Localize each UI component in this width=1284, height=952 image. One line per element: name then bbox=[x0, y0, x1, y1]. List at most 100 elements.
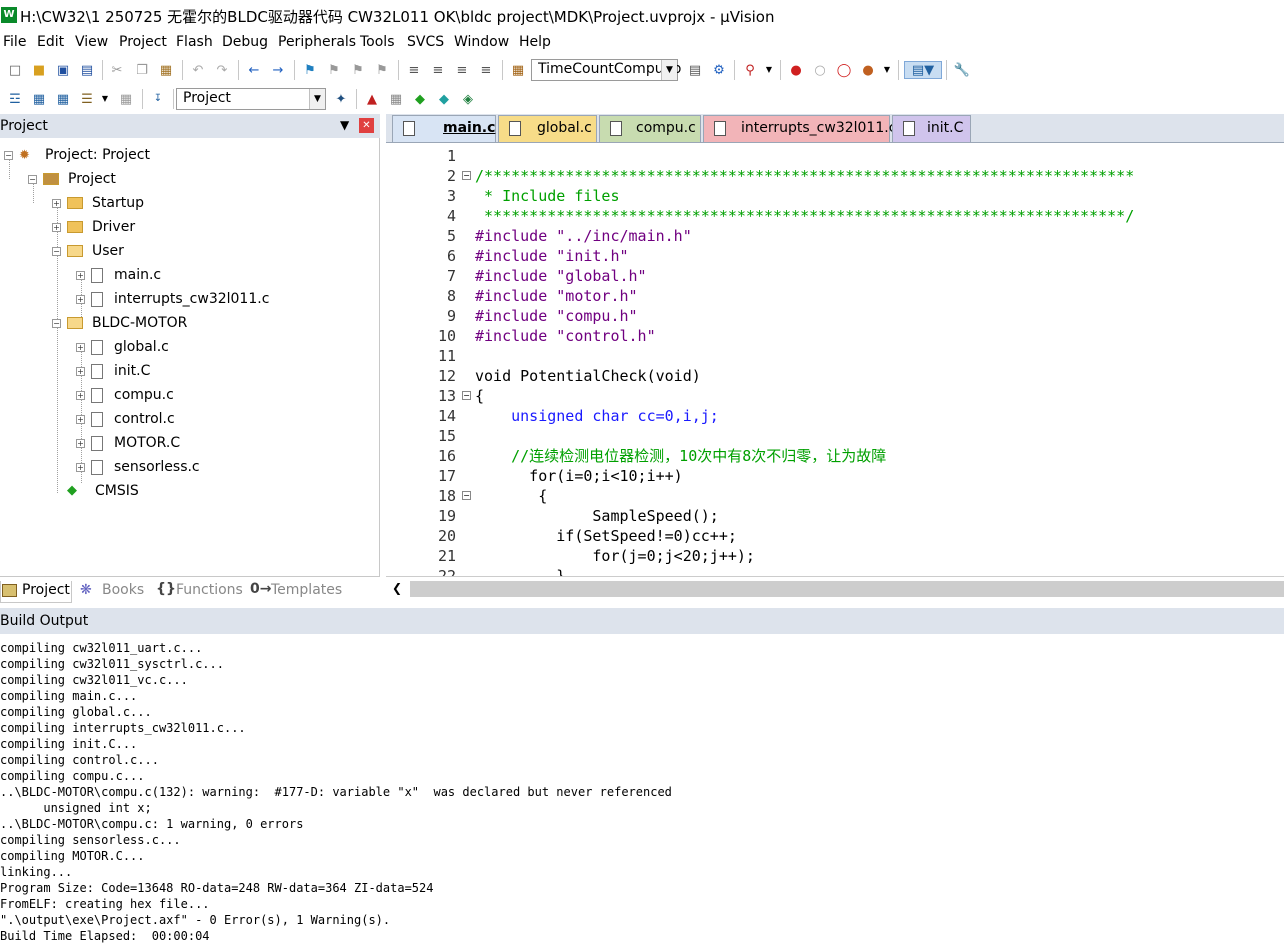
expand-icon[interactable]: + bbox=[76, 294, 85, 304]
menu-view[interactable]: View bbox=[75, 34, 108, 50]
horizontal-scrollbar[interactable]: ❮ bbox=[386, 576, 1284, 599]
tree-file-sensorless[interactable]: + sensorless.c bbox=[76, 456, 200, 478]
configure-wrench-icon[interactable]: 🔧 bbox=[953, 61, 971, 79]
fold-toggle-icon[interactable]: − bbox=[462, 491, 471, 500]
window-layout-icon[interactable]: ▤▼ bbox=[904, 61, 942, 79]
menu-project[interactable]: Project bbox=[119, 34, 167, 50]
tree-file-compu[interactable]: + compu.c bbox=[76, 384, 174, 406]
expand-icon[interactable]: + bbox=[76, 366, 85, 376]
tree-file-main[interactable]: + main.c bbox=[76, 264, 161, 286]
collapse-icon[interactable]: − bbox=[52, 318, 61, 328]
tab-init-c[interactable]: init.C bbox=[892, 115, 971, 142]
tree-file-init[interactable]: + init.C bbox=[76, 360, 150, 382]
target-combo[interactable]: Project ▼ bbox=[176, 88, 326, 110]
expand-icon[interactable]: + bbox=[52, 198, 61, 208]
chevron-down-icon[interactable]: ▼ bbox=[96, 90, 114, 108]
pin-icon[interactable]: ▼ bbox=[340, 118, 349, 132]
tab-main-c[interactable]: main.c bbox=[392, 115, 496, 142]
expand-icon[interactable]: + bbox=[76, 438, 85, 448]
menu-flash[interactable]: Flash bbox=[176, 34, 213, 50]
comment-icon[interactable]: ≡ bbox=[453, 61, 471, 79]
tree-component-cmsis[interactable]: ◆ CMSIS bbox=[67, 480, 139, 502]
undo-icon[interactable]: ↶ bbox=[189, 61, 207, 79]
menu-debug[interactable]: Debug bbox=[222, 34, 268, 50]
tab-functions[interactable]: {} Functions bbox=[154, 581, 244, 603]
menu-help[interactable]: Help bbox=[519, 34, 551, 50]
tab-project[interactable]: Project bbox=[0, 581, 72, 603]
rebuild-icon[interactable]: ▦ bbox=[54, 90, 72, 108]
tab-templates[interactable]: 0→ Templates bbox=[250, 581, 346, 603]
new-file-icon[interactable]: □ bbox=[6, 61, 24, 79]
tree-group-user[interactable]: − User bbox=[52, 240, 124, 262]
find-combo[interactable]: TimeCountCompuSp ▼ bbox=[531, 59, 681, 81]
chevron-down-icon[interactable]: ▼ bbox=[878, 61, 896, 79]
tab-global-c[interactable]: global.c bbox=[498, 115, 597, 142]
scroll-left-icon[interactable]: ❮ bbox=[386, 577, 408, 599]
paste-icon[interactable]: ▦ bbox=[157, 61, 175, 79]
breakpoint-disable-icon[interactable]: ○ bbox=[811, 61, 829, 79]
fold-toggle-icon[interactable]: − bbox=[462, 391, 471, 400]
code-area[interactable]: 1 2 3 4 5 6 7 8 9 10 11 12 13 14 15 16 1… bbox=[386, 142, 1284, 576]
bookmark-toggle-icon[interactable]: ⚑ bbox=[301, 61, 319, 79]
indent-icon[interactable]: ≡ bbox=[405, 61, 423, 79]
tab-compu-c[interactable]: compu.c bbox=[599, 115, 701, 142]
find-in-files-icon[interactable]: ▦ bbox=[509, 61, 527, 79]
cut-icon[interactable]: ✂ bbox=[108, 61, 126, 79]
tab-books[interactable]: ❋ Books bbox=[78, 581, 148, 603]
close-icon[interactable]: ✕ bbox=[359, 118, 374, 133]
tree-target[interactable]: − Project bbox=[28, 168, 116, 190]
chevron-down-icon[interactable]: ▼ bbox=[309, 89, 325, 109]
navigate-back-icon[interactable]: ← bbox=[245, 61, 263, 79]
copy-icon[interactable]: ❐ bbox=[133, 61, 151, 79]
batch-build-icon[interactable]: ☰ bbox=[78, 90, 96, 108]
redo-icon[interactable]: ↷ bbox=[213, 61, 231, 79]
event-recorder-icon[interactable]: ◈ bbox=[459, 90, 477, 108]
tree-file-interrupts[interactable]: + interrupts_cw32l011.c bbox=[76, 288, 269, 310]
incremental-find-icon[interactable]: ▤ bbox=[686, 61, 704, 79]
scrollbar-thumb[interactable] bbox=[410, 581, 1284, 597]
unindent-icon[interactable]: ≡ bbox=[429, 61, 447, 79]
expand-icon[interactable]: + bbox=[76, 342, 85, 352]
expand-icon[interactable]: + bbox=[76, 390, 85, 400]
collapse-icon[interactable]: − bbox=[4, 150, 13, 160]
breakpoint-kill-all-icon[interactable]: ● bbox=[859, 61, 877, 79]
debug-find-icon[interactable]: ⚙ bbox=[710, 61, 728, 79]
menu-file[interactable]: File bbox=[3, 34, 26, 50]
navigate-forward-icon[interactable]: → bbox=[269, 61, 287, 79]
download-load-icon[interactable]: ↧ bbox=[149, 90, 167, 108]
build-icon[interactable]: ▦ bbox=[30, 90, 48, 108]
tree-file-global[interactable]: + global.c bbox=[76, 336, 169, 358]
chevron-down-icon[interactable]: ▼ bbox=[661, 60, 677, 80]
menu-svcs[interactable]: SVCS bbox=[407, 34, 444, 50]
debug-session-icon[interactable]: ⚲ bbox=[741, 61, 759, 79]
tree-group-driver[interactable]: + Driver bbox=[52, 216, 135, 238]
tree-root[interactable]: − ✹ Project: Project bbox=[4, 144, 150, 166]
expand-icon[interactable]: + bbox=[76, 414, 85, 424]
tree-group-startup[interactable]: + Startup bbox=[52, 192, 144, 214]
menu-window[interactable]: Window bbox=[454, 34, 509, 50]
chevron-down-icon[interactable]: ▼ bbox=[760, 61, 778, 79]
translate-icon[interactable]: ☲ bbox=[6, 90, 24, 108]
bookmark-next-icon[interactable]: ⚑ bbox=[349, 61, 367, 79]
breakpoint-disable-all-icon[interactable]: ◯ bbox=[835, 61, 853, 79]
collapse-icon[interactable]: − bbox=[28, 174, 37, 184]
save-all-icon[interactable]: ▤ bbox=[78, 61, 96, 79]
pack-installer-icon[interactable]: ◆ bbox=[435, 90, 453, 108]
open-folder-icon[interactable]: ■ bbox=[30, 61, 48, 79]
expand-icon[interactable]: + bbox=[52, 222, 61, 232]
select-packs-icon[interactable]: ▦ bbox=[387, 90, 405, 108]
expand-icon[interactable]: + bbox=[76, 270, 85, 280]
uncomment-icon[interactable]: ≡ bbox=[477, 61, 495, 79]
collapse-icon[interactable]: − bbox=[52, 246, 61, 256]
target-options-icon[interactable]: ✦ bbox=[332, 90, 350, 108]
breakpoint-insert-icon[interactable]: ● bbox=[787, 61, 805, 79]
save-icon[interactable]: ▣ bbox=[54, 61, 72, 79]
menu-tools[interactable]: Tools bbox=[360, 34, 395, 50]
expand-icon[interactable]: + bbox=[76, 462, 85, 472]
build-output-text[interactable]: compiling cw32l011_uart.c... compiling c… bbox=[0, 640, 1284, 952]
stop-build-icon[interactable]: ▦ bbox=[117, 90, 135, 108]
menu-peripherals[interactable]: Peripherals bbox=[278, 34, 356, 50]
tab-interrupts-c[interactable]: interrupts_cw32l011.c bbox=[703, 115, 896, 142]
manage-project-items-icon[interactable]: ▲ bbox=[363, 90, 381, 108]
tree-file-control[interactable]: + control.c bbox=[76, 408, 175, 430]
